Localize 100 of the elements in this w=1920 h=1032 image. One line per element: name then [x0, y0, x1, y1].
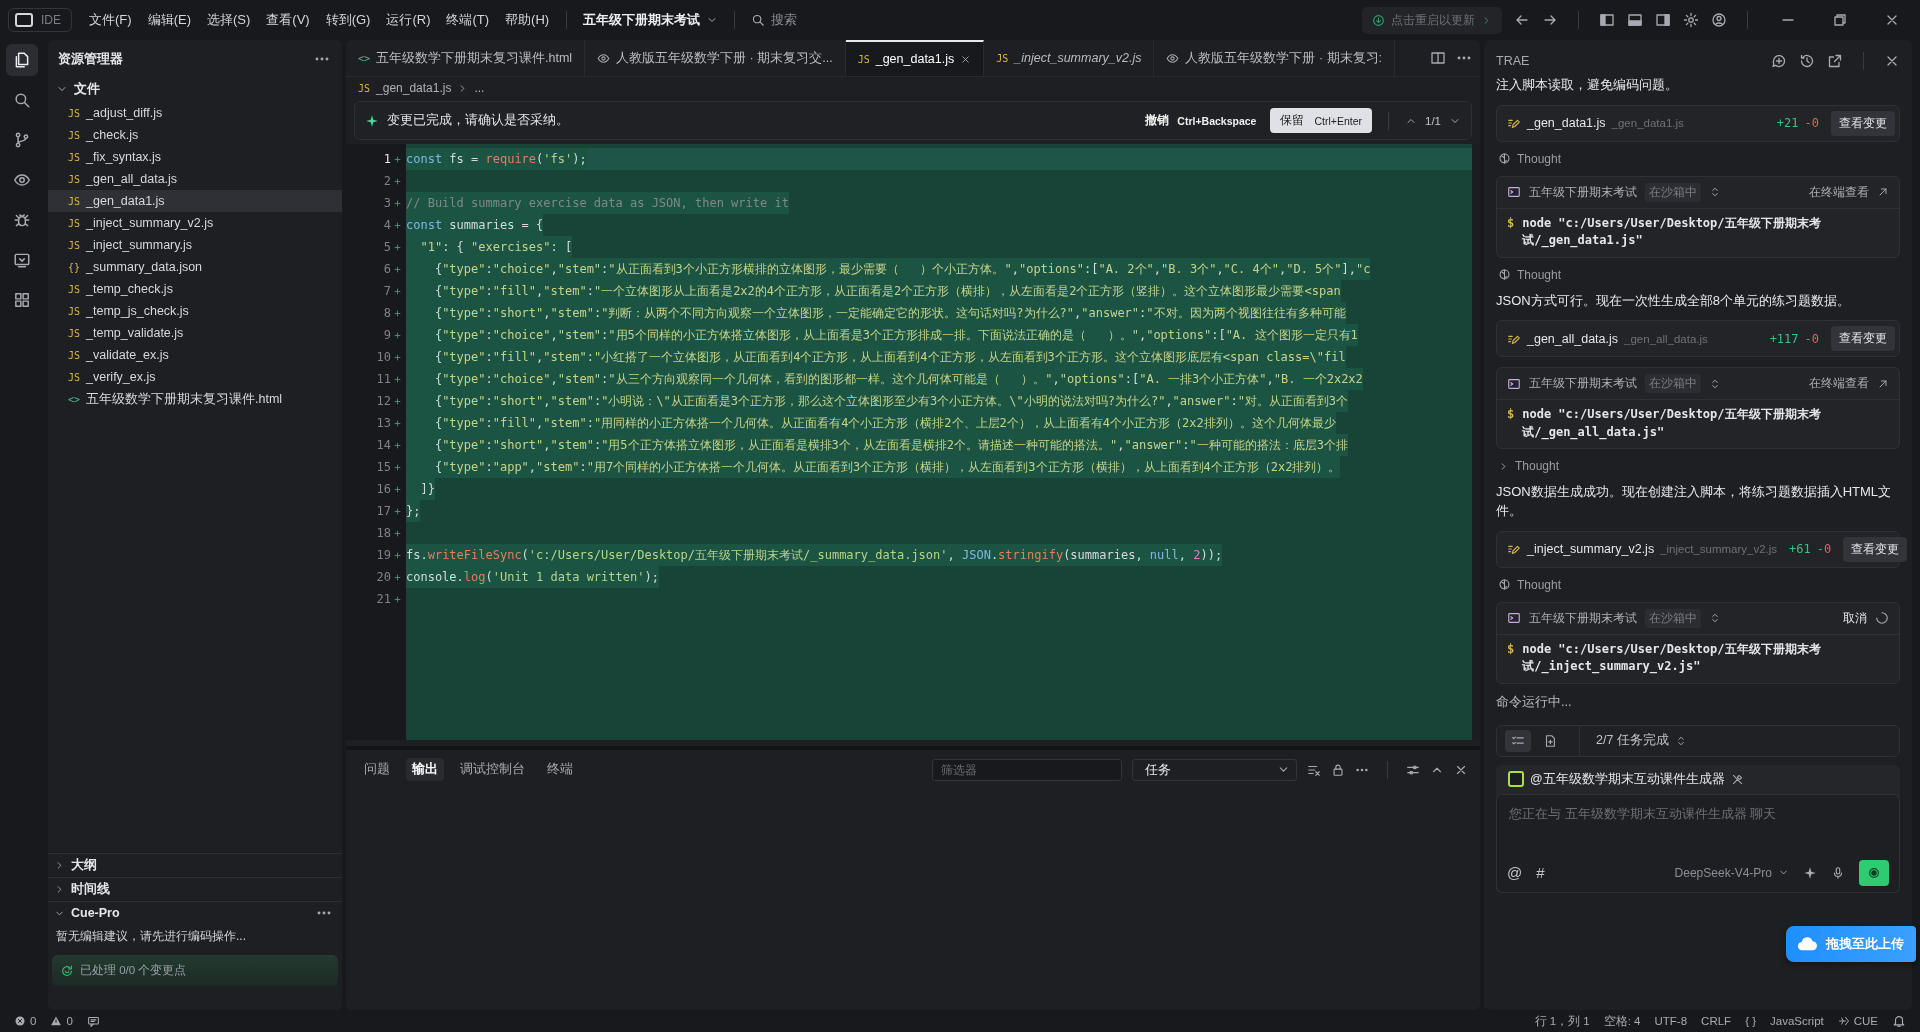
menu-item[interactable]: 转到(G): [318, 7, 378, 33]
restore-icon[interactable]: [1832, 12, 1848, 28]
file-item[interactable]: {} _summary_data.json: [48, 256, 342, 278]
menu-item[interactable]: 运行(R): [379, 7, 438, 33]
file-item[interactable]: JS _gen_data1.js: [48, 190, 342, 212]
panel-tab[interactable]: 输出: [406, 758, 444, 781]
menu-item[interactable]: 文件(F): [82, 7, 139, 33]
close-icon[interactable]: [960, 53, 972, 65]
view-in-terminal-link[interactable]: 在终端查看: [1809, 183, 1869, 201]
project-dropdown[interactable]: 五年级下册期末考试: [577, 7, 725, 33]
history-icon[interactable]: [1799, 53, 1815, 69]
cancel-button[interactable]: 取消: [1843, 609, 1867, 627]
menu-item[interactable]: 选择(S): [199, 7, 258, 33]
code-editor[interactable]: [346, 144, 1480, 740]
up-down-icon[interactable]: [1709, 186, 1721, 199]
editor-tab[interactable]: JS _gen_data1.js: [845, 40, 985, 76]
file-item[interactable]: JS _temp_check.js: [48, 278, 342, 300]
status-item[interactable]: 空格: 4: [1603, 1013, 1641, 1029]
notification-icon[interactable]: [1892, 1014, 1906, 1028]
model-dropdown[interactable]: DeepSeek-V4-Pro: [1674, 865, 1789, 880]
file-item[interactable]: JS _verify_ex.js: [48, 366, 342, 388]
folder-item[interactable]: 文件: [48, 76, 342, 102]
mention-button[interactable]: @: [1507, 864, 1523, 882]
view-changes-button[interactable]: 查看变更: [1843, 536, 1908, 562]
file-item[interactable]: JS _inject_summary.js: [48, 234, 342, 256]
sandbox-tag: 在沙箱中: [1645, 374, 1701, 394]
split-editor-icon[interactable]: [1430, 50, 1446, 66]
thought-toggle[interactable]: Thought: [1498, 459, 1900, 474]
section-header[interactable]: 时间线: [48, 877, 342, 901]
menu-item[interactable]: 查看(V): [259, 7, 317, 33]
panel-tab[interactable]: 问题: [358, 758, 396, 781]
view-changes-button[interactable]: 查看变更: [1831, 110, 1895, 136]
bottom-panel-icon[interactable]: [1627, 12, 1643, 28]
warning-count[interactable]: 0: [50, 1015, 73, 1027]
status-item[interactable]: CRLF: [1701, 1015, 1732, 1027]
breadcrumb-item[interactable]: ...: [474, 81, 485, 95]
feedback-icon[interactable]: [86, 1014, 100, 1028]
left-panel-icon[interactable]: [1599, 12, 1615, 28]
file-type-icon: JS: [68, 305, 81, 317]
up-down-icon[interactable]: [1709, 377, 1721, 390]
view-in-terminal-link[interactable]: 在终端查看: [1809, 375, 1869, 393]
microphone-icon[interactable]: [1831, 865, 1845, 880]
thought-toggle[interactable]: Thought: [1498, 151, 1900, 166]
up-down-icon[interactable]: [1709, 612, 1721, 625]
keep-button[interactable]: 保留 Ctrl+Enter: [1270, 108, 1372, 133]
file-item[interactable]: JS _temp_validate.js: [48, 322, 342, 344]
line-number: 18: [376, 526, 391, 540]
output-channel-dropdown[interactable]: 任务: [1132, 758, 1297, 781]
new-chat-icon[interactable]: [1771, 53, 1787, 69]
cue-status[interactable]: CUE: [1837, 1015, 1878, 1027]
warning-icon: [50, 1015, 63, 1027]
undo-button[interactable]: 撤销 Ctrl+Backspace: [1139, 110, 1263, 131]
file-item[interactable]: <> 五年级数学下册期末复习课件.html: [48, 388, 342, 410]
task-list-button[interactable]: [1505, 729, 1531, 752]
file-item[interactable]: JS _gen_all_data.js: [48, 168, 342, 190]
menu-item[interactable]: 帮助(H): [498, 7, 557, 33]
thought-toggle[interactable]: Thought: [1498, 577, 1900, 592]
menu-item[interactable]: 终端(T): [439, 7, 497, 33]
section-header[interactable]: Cue-Pro: [48, 901, 342, 924]
status-item[interactable]: UTF-8: [1654, 1015, 1688, 1027]
sliders-icon[interactable]: [1406, 762, 1420, 777]
brain-icon: [1498, 578, 1511, 592]
breadcrumb-item[interactable]: _gen_data1.js: [376, 81, 452, 95]
view-changes-button[interactable]: 查看变更: [1831, 326, 1895, 352]
hashtag-button[interactable]: #: [1536, 864, 1545, 882]
account-icon[interactable]: [1711, 12, 1727, 28]
status-item[interactable]: 行 1，列 1: [1534, 1013, 1590, 1029]
search-field[interactable]: 搜索: [745, 7, 804, 33]
file-item[interactable]: JS _check.js: [48, 124, 342, 146]
editor-tab[interactable]: JS _inject_summary_v2.js: [984, 40, 1155, 76]
menu-item[interactable]: 编辑(E): [140, 7, 198, 33]
right-panel-icon[interactable]: [1655, 12, 1671, 28]
panel-tab[interactable]: 调试控制台: [454, 758, 531, 781]
panel-tab[interactable]: 终端: [541, 758, 579, 781]
thought-toggle[interactable]: Thought: [1498, 267, 1900, 282]
file-item[interactable]: JS _inject_summary_v2.js: [48, 212, 342, 234]
filter-field[interactable]: 筛选器: [932, 758, 1122, 781]
status-item[interactable]: { }: [1745, 1015, 1757, 1027]
external-link-icon[interactable]: [1827, 53, 1843, 69]
lock-icon[interactable]: [1331, 762, 1345, 777]
line-number: 6: [383, 262, 391, 276]
editor-tab[interactable]: <> 五年级数学下册期末复习课件.html: [346, 40, 586, 76]
agent-name[interactable]: @五年级数学期末互动课件生成器: [1530, 770, 1725, 788]
file-item[interactable]: JS _temp_js_check.js: [48, 300, 342, 322]
activity-bar-button[interactable]: [6, 44, 38, 76]
settings-icon[interactable]: [1683, 12, 1699, 28]
file-item[interactable]: JS _fix_syntax.js: [48, 146, 342, 168]
error-count[interactable]: 0: [14, 1015, 37, 1027]
section-header[interactable]: 大纲: [48, 853, 342, 877]
file-item[interactable]: JS _adjust_diff.js: [48, 102, 342, 124]
editor-tab[interactable]: 人教版五年级数学下册 · 期末复习:: [1154, 40, 1396, 76]
file-type-icon: JS: [68, 327, 81, 339]
editor-tab[interactable]: 人教版五年级数学下册 · 期末复习交...: [585, 40, 846, 76]
status-item[interactable]: JavaScript: [1770, 1015, 1824, 1027]
file-item[interactable]: JS _validate_ex.js: [48, 344, 342, 366]
app-logo[interactable]: IDE: [8, 8, 72, 32]
send-button[interactable]: [1859, 859, 1889, 886]
chat-input-field[interactable]: 您正在与 五年级数学期末互动课件生成器 聊天: [1496, 793, 1900, 856]
file-type-icon: JS: [68, 195, 81, 207]
task-status[interactable]: 2/7 任务完成: [1596, 732, 1669, 750]
